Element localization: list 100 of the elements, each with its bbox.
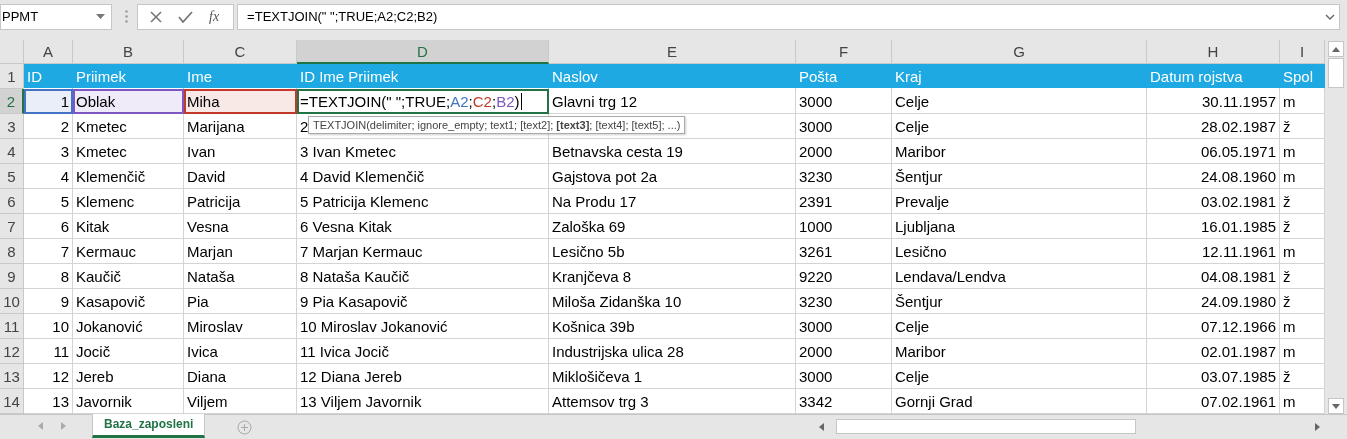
- checkmark-icon[interactable]: [178, 10, 193, 23]
- table-cell: 6 Vesna Kitak: [297, 214, 549, 239]
- row-header[interactable]: 10: [0, 289, 24, 314]
- scrollbar-thumb[interactable]: [1328, 58, 1344, 88]
- table-cell: Betnavska cesta 19: [549, 139, 796, 164]
- row-header[interactable]: 8: [0, 239, 24, 264]
- table-cell: Šentjur: [892, 289, 1147, 314]
- table-cell: Datum rojstva: [1147, 64, 1280, 89]
- table-cell: 2: [24, 114, 73, 139]
- row-header[interactable]: 14: [0, 389, 24, 414]
- table-cell: Miklošičeva 1: [549, 364, 796, 389]
- table-cell: Ime: [184, 64, 297, 89]
- table-cell: Kranjčeva 8: [549, 264, 796, 289]
- table-cell: Naslov: [549, 64, 796, 89]
- table-cell: Šentjur: [892, 164, 1147, 189]
- vertical-scrollbar[interactable]: [1325, 40, 1347, 414]
- table-cell: 3000: [796, 314, 892, 339]
- table-cell: 3: [24, 139, 73, 164]
- row-header[interactable]: 2: [0, 89, 24, 114]
- row-header[interactable]: 9: [0, 264, 24, 289]
- dropdown-caret-icon[interactable]: [96, 13, 105, 20]
- table-cell: 7: [24, 239, 73, 264]
- scrollbar-thumb[interactable]: [836, 419, 1136, 434]
- table-cell: Pia: [184, 289, 297, 314]
- column-header[interactable]: C: [184, 40, 297, 64]
- cell-edit-field[interactable]: =TEXTJOIN(" ";TRUE;A2;C2;B2): [297, 89, 549, 114]
- add-sheet-icon[interactable]: [237, 420, 253, 435]
- table-cell: 4 David Klemenčič: [297, 164, 549, 189]
- scroll-down-icon[interactable]: [1332, 403, 1340, 409]
- table-cell: Celje: [892, 114, 1147, 139]
- table-cell: 4: [24, 164, 73, 189]
- table-cell: 16.01.1985: [1147, 214, 1280, 239]
- table-cell: 3000: [796, 89, 892, 114]
- column-header[interactable]: D: [297, 40, 549, 64]
- table-cell: Jocič: [73, 339, 184, 364]
- row-header[interactable]: 6: [0, 189, 24, 214]
- column-header[interactable]: H: [1147, 40, 1280, 64]
- row-header[interactable]: 7: [0, 214, 24, 239]
- table-cell: Maribor: [892, 339, 1147, 364]
- column-header[interactable]: A: [24, 40, 73, 64]
- column-header[interactable]: B: [73, 40, 184, 64]
- table-cell: Kermauc: [73, 239, 184, 264]
- row-header[interactable]: 11: [0, 314, 24, 339]
- insert-function-button[interactable]: fx: [209, 8, 220, 25]
- table-cell: Lesično: [892, 239, 1147, 264]
- row-header[interactable]: 4: [0, 139, 24, 164]
- table-cell: Jokanović: [73, 314, 184, 339]
- table-cell: Marijana: [184, 114, 297, 139]
- table-cell: Prevalje: [892, 189, 1147, 214]
- table-cell: Kmetec: [73, 139, 184, 164]
- table-cell: 11: [24, 339, 73, 364]
- table-cell: 2391: [796, 189, 892, 214]
- table-cell: Gajstova pot 2a: [549, 164, 796, 189]
- row-header[interactable]: 13: [0, 364, 24, 389]
- table-cell: ID Ime Priimek: [297, 64, 549, 89]
- column-header[interactable]: E: [549, 40, 796, 64]
- expand-chevron-icon[interactable]: [1325, 13, 1335, 20]
- row-header[interactable]: 5: [0, 164, 24, 189]
- table-cell: Ivica: [184, 339, 297, 364]
- table-cell: 3 Ivan Kmetec: [297, 139, 549, 164]
- column-header[interactable]: F: [796, 40, 892, 64]
- table-cell: Klemenčič: [73, 164, 184, 189]
- table-cell: Na Produ 17: [549, 189, 796, 214]
- table-cell: 10 Miroslav Jokanović: [297, 314, 549, 339]
- table-cell: Ljubljana: [892, 214, 1147, 239]
- select-all-corner[interactable]: [0, 40, 24, 64]
- column-header[interactable]: I: [1280, 40, 1325, 64]
- grip-icon[interactable]: [124, 10, 128, 23]
- table-cell: 3230: [796, 289, 892, 314]
- table-cell: 02.01.1987: [1147, 339, 1280, 364]
- name-box[interactable]: PPMT: [0, 3, 112, 30]
- table-cell: 6: [24, 214, 73, 239]
- table-cell: Celje: [892, 89, 1147, 114]
- formula-field[interactable]: =TEXTJOIN(" ";TRUE;A2;C2;B2): [237, 3, 1340, 30]
- table-cell: Ivan: [184, 139, 297, 164]
- table-cell: 10: [24, 314, 73, 339]
- table-cell: Kasapovič: [73, 289, 184, 314]
- row-header[interactable]: 12: [0, 339, 24, 364]
- table-cell: Lesično 5b: [549, 239, 796, 264]
- table-cell: 3261: [796, 239, 892, 264]
- table-cell: Patricija: [184, 189, 297, 214]
- row-header[interactable]: 3: [0, 114, 24, 139]
- scroll-up-icon[interactable]: [1332, 46, 1340, 52]
- column-header[interactable]: G: [892, 40, 1147, 64]
- table-cell: Marjan: [184, 239, 297, 264]
- sheet-tab[interactable]: Baza_zaposleni: [92, 414, 206, 438]
- row-header[interactable]: 1: [0, 64, 24, 89]
- table-cell: Miroslav: [184, 314, 297, 339]
- scroll-right-icon[interactable]: [1314, 422, 1320, 431]
- scroll-left-icon[interactable]: [818, 422, 824, 431]
- table-cell: 12: [24, 364, 73, 389]
- table-cell: Vesna: [184, 214, 297, 239]
- table-cell: David: [184, 164, 297, 189]
- table-cell: Kraj: [892, 64, 1147, 89]
- table-cell: 30.11.1957: [1147, 89, 1280, 114]
- table-cell: Klemenc: [73, 189, 184, 214]
- table-cell: 9 Pia Kasapovič: [297, 289, 549, 314]
- table-cell: 9: [24, 289, 73, 314]
- table-cell: 11 Ivica Jocič: [297, 339, 549, 364]
- cancel-icon[interactable]: [150, 10, 162, 23]
